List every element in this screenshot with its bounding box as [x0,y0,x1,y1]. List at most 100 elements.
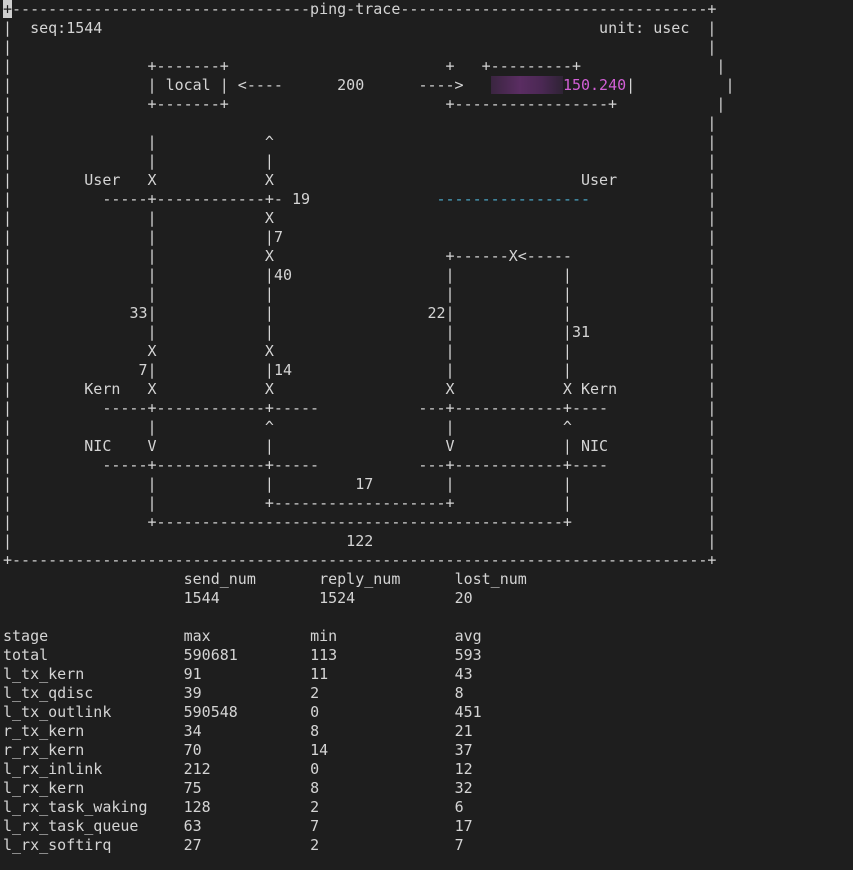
stats-min: 8 [310,779,455,797]
remote-host-redacted: ▇▇▇▇▇▇▇▇ [490,76,563,94]
terminal-line: | -----+------------+----- ---+---------… [3,456,716,475]
border: | [707,437,717,455]
user-label-remote: User [580,171,618,189]
stats-avg: 451 [454,703,482,721]
blank-line: | | [3,114,716,133]
border: | [3,532,13,550]
stats-avg: 32 [454,779,473,797]
diagram-line: | -----+------------+----- ---+---------… [3,399,717,417]
diagram-row: | | | | |31 | [3,323,716,342]
stats-row: r_tx_kern 34 8 21 [3,722,473,741]
window-title: ping-trace [310,0,401,18]
border: | [707,228,717,246]
stats-avg: 6 [454,798,464,816]
stats-avg: 21 [454,722,473,740]
diagram-line [12,532,346,550]
nic-rtt-value: 122 [346,532,374,550]
diagram-line: | | [147,361,274,379]
diagram-line: | | [373,475,708,493]
remote-user-line: ----------------- [436,190,591,208]
terminal-line: | | +-------------------+ | | [3,494,716,513]
stats-min: 14 [310,741,455,759]
remote-send-value: 31 [571,323,591,341]
total-rtt: 200 [282,76,419,94]
diagram-line: V | V | [111,437,581,455]
diagram-row: | | | 17 | | | [3,475,716,494]
diagram-line [12,361,138,379]
diagram-line: | | ^ | ^ | [3,418,717,436]
stats-stage: l_tx_qdisc [3,684,184,702]
stats-avg: 43 [454,665,473,683]
stats-header-max: max [183,627,311,645]
diagram-line [617,380,707,398]
local-host-label: local [165,76,211,94]
border: | [3,228,13,246]
stats-avg: 12 [454,760,473,778]
diagram-line: | +-------------------------------------… [3,513,717,531]
border: | [3,323,13,341]
border: | [3,437,13,455]
border: | [3,475,13,493]
stats-row: l_tx_kern 91 11 43 [3,665,473,684]
border: | [707,475,717,493]
diagram-line: | | | | [12,323,572,341]
diagram-line [590,190,707,208]
blank-line: | | [3,38,716,57]
stats-avg: 37 [454,741,473,759]
stats-header-min: min [310,627,455,645]
border: | [707,323,717,341]
border: | | [3,76,166,94]
diagram-line: | | | | [3,152,717,170]
stats-min: 7 [310,817,455,835]
kern-label-local: Kern [84,380,121,398]
border: | [707,380,717,398]
stats-stage: l_tx_kern [3,665,184,683]
local-send-kern-to-nic: 7 [138,361,148,379]
stats-max: 590548 [183,703,311,721]
blank-line: | | [3,114,717,132]
border: | [707,532,717,550]
diagram-row: | 33| | 22| | | [3,304,716,323]
terminal-window[interactable]: +---------------------------------ping-t… [0,0,853,870]
stats-stage: r_tx_kern [3,722,184,740]
summary-values: 1544 1524 20 [3,589,473,608]
diagram-line [310,190,436,208]
terminal-line: | -----+------------+----- ---+---------… [3,399,716,418]
top-border: ----------------------------------+ [400,0,717,18]
border: | [3,361,13,379]
stats-row: total 590681 113 593 [3,646,482,665]
diagram-line: X X X X [120,380,581,398]
block-cursor-icon: + [3,0,13,18]
remote-ip: 150.240 [562,76,627,94]
border: | [3,171,13,189]
summary-headers: send_num reply_num lost_num [3,570,527,589]
stats-max: 27 [183,836,311,854]
stats-min: 113 [310,646,455,664]
diagram-line [12,380,84,398]
diagram-row: | User X X User | [3,171,716,190]
stats-header-avg: avg [454,627,482,645]
arrow-right: ----> [418,76,464,94]
hosts-bottom: | +-------+ +-----------------+ | [3,95,725,114]
arrow-left: | <---- [210,76,283,94]
border: | [626,76,636,94]
diagram-row: | -----+------------+- 19 --------------… [3,190,716,209]
terminal-line: | +-------------------------------------… [3,513,716,532]
stats-min: 2 [310,798,455,816]
terminal-line: | X X | | | [3,342,716,361]
stats-row: l_rx_softirq 27 2 7 [3,836,464,855]
border: | [3,266,13,284]
nic-label-local: NIC [84,437,112,455]
diagram-row: | 7| |14 | | | [3,361,716,380]
diagram-line [608,437,707,455]
stats-avg: 7 [454,836,464,854]
local-send-user-to-kern: 33 [129,304,148,322]
diagram-row: | 122 | [3,532,716,551]
stats-min: 0 [310,760,455,778]
stats-max: 70 [183,741,311,759]
border: | [3,304,13,322]
summary-value-reply: 1524 [319,589,455,607]
hosts-top-border: | +-------+ + +---------+ | [3,57,726,75]
diagram-row: | | |40 | | | [3,266,716,285]
